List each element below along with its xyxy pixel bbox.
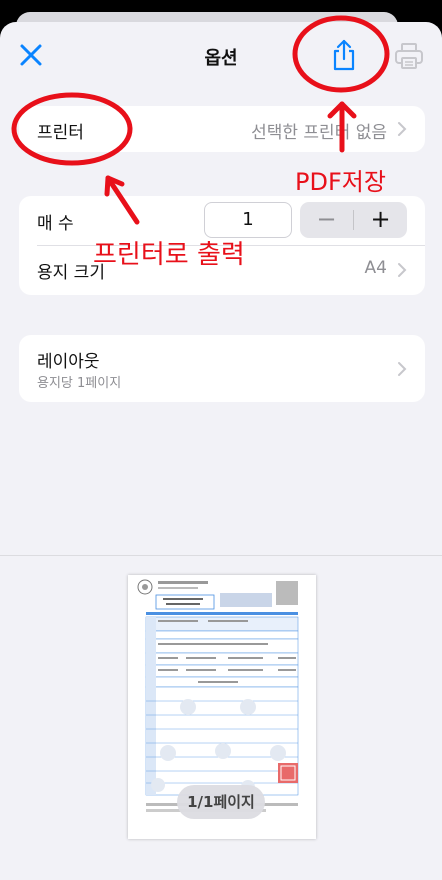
layout-label: 레이아웃 [37,352,100,372]
copies-label: 매 수 [37,214,74,234]
decrement-button[interactable]: − [300,202,353,238]
share-icon[interactable] [330,38,358,72]
layout-subtext: 용지당 1페이지 [37,376,122,391]
printer-icon[interactable] [393,40,425,72]
chevron-right-icon [398,122,407,136]
print-output-annotation: 프린터로 출력 [93,240,245,270]
printer-row[interactable]: 프린터 선택한 프린터 없음 [19,106,425,152]
chevron-right-icon [398,263,407,277]
copies-input[interactable]: 1 [204,202,292,238]
paper-size-value: A4 [364,258,387,278]
printer-value: 선택한 프린터 없음 [251,123,387,143]
pdf-save-annotation: PDF저장 [295,168,386,196]
layout-row[interactable]: 레이아웃 용지당 1페이지 [19,335,425,402]
page-indicator: 1/1페이지 [177,785,265,819]
copies-stepper: − + [300,202,407,238]
page-title: 옵션 [204,48,238,69]
printer-label: 프린터 [37,123,84,143]
chevron-right-icon [398,362,407,376]
increment-button[interactable]: + [354,202,407,238]
